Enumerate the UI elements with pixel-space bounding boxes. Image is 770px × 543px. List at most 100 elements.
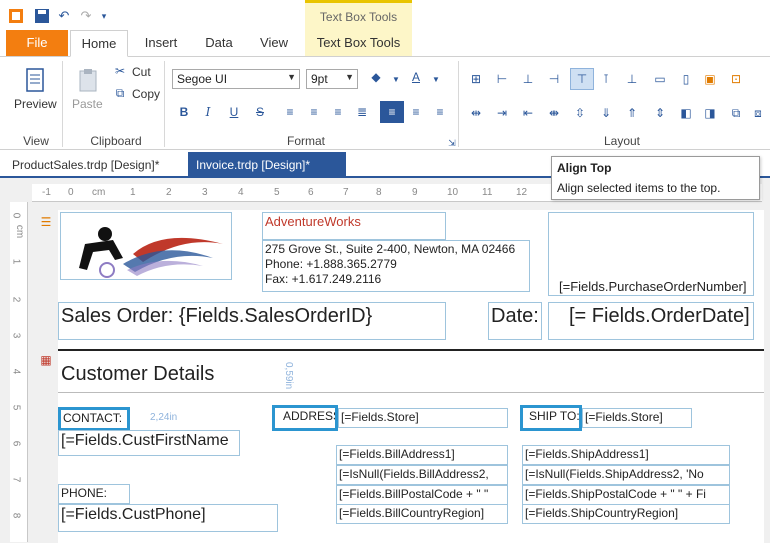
tab-home[interactable]: Home bbox=[70, 30, 128, 57]
ruler-tick: 2 bbox=[10, 296, 22, 303]
underline-icon[interactable]: U bbox=[226, 104, 242, 120]
cut-icon[interactable]: ✂ bbox=[112, 63, 128, 79]
store-textbox-1[interactable]: [=Fields.Store] bbox=[338, 408, 508, 428]
bill-country-textbox[interactable]: [=Fields.BillCountryRegion] bbox=[336, 504, 508, 524]
save-icon[interactable] bbox=[34, 8, 50, 24]
justify-icon[interactable]: ≣ bbox=[354, 104, 370, 120]
paste-icon[interactable] bbox=[78, 67, 98, 93]
align-lefts-icon[interactable]: ⊢ bbox=[494, 71, 510, 87]
group-items-icon[interactable]: ⧉ bbox=[728, 105, 744, 121]
align-top-icon[interactable]: ⊤ bbox=[570, 68, 594, 90]
phone-label[interactable]: PHONE: bbox=[58, 484, 130, 504]
send-to-back-icon[interactable]: ◨ bbox=[702, 105, 718, 121]
ribbon-tabs: File Home Insert Data View Text Box Tool… bbox=[0, 30, 770, 57]
preview-button[interactable]: Preview bbox=[14, 97, 57, 111]
ruler-tick: 0 bbox=[68, 187, 74, 198]
bill-address1-textbox[interactable]: [=Fields.BillAddress1] bbox=[336, 445, 508, 465]
bring-to-front-icon[interactable]: ◧ bbox=[678, 105, 694, 121]
bold-icon[interactable]: B bbox=[176, 104, 192, 120]
align-center-icon[interactable]: ≡ bbox=[306, 104, 322, 120]
store-textbox-2[interactable]: [=Fields.Store] bbox=[582, 408, 692, 428]
preview-icon[interactable] bbox=[24, 67, 46, 93]
company-name-textbox[interactable]: AdventureWorks bbox=[262, 212, 446, 240]
vertical-spacing-icon[interactable]: ⇳ bbox=[572, 105, 588, 121]
cut-button[interactable]: Cut bbox=[132, 65, 151, 79]
bill-postal-textbox[interactable]: [=Fields.BillPostalCode + " " bbox=[336, 485, 508, 505]
doc-tab-invoice[interactable]: Invoice.trdp [Design]* ✕ bbox=[188, 152, 521, 178]
font-size-select[interactable]: 9pt ▼ bbox=[306, 69, 358, 89]
order-date-textbox[interactable]: [= Fields.OrderDate] bbox=[548, 302, 754, 340]
ship-country-textbox[interactable]: [=Fields.ShipCountryRegion] bbox=[522, 504, 730, 524]
address-line-1: 275 Grove St., Suite 2-400, Newton, MA 0… bbox=[265, 242, 516, 256]
increase-vertical-spacing-icon[interactable]: ⇓ bbox=[598, 105, 614, 121]
report-header-icon[interactable]: ☰ bbox=[38, 214, 54, 230]
align-rights-icon[interactable]: ⊣ bbox=[546, 71, 562, 87]
tab-text-box-tools[interactable]: Text Box Tools bbox=[305, 30, 412, 56]
make-same-height-icon[interactable]: ▯ bbox=[678, 71, 694, 87]
doc-tab-product-sales[interactable]: ProductSales.trdp [Design]* bbox=[6, 154, 186, 178]
ship-to-label[interactable]: SHIP TO: bbox=[520, 405, 582, 431]
report-designer-icon bbox=[8, 8, 24, 24]
tab-data[interactable]: Data bbox=[192, 30, 246, 56]
group-label-view: View bbox=[23, 134, 49, 148]
contact-label[interactable]: CONTACT: bbox=[58, 407, 130, 431]
align-right-icon[interactable]: ≡ bbox=[330, 104, 346, 120]
ruler-tick: 12 bbox=[516, 187, 528, 198]
strikethrough-icon[interactable]: S bbox=[252, 104, 268, 120]
align-bottoms-icon[interactable]: ⊥ bbox=[624, 71, 640, 87]
group-separator bbox=[62, 61, 63, 147]
context-group-label: Text Box Tools bbox=[305, 0, 412, 30]
paste-button[interactable]: Paste bbox=[72, 97, 103, 111]
company-address-textbox[interactable]: 275 Grove St., Suite 2-400, Newton, MA 0… bbox=[262, 240, 530, 292]
copy-icon[interactable]: ⧉ bbox=[112, 85, 128, 101]
tab-file[interactable]: File bbox=[6, 30, 68, 56]
close-icon[interactable]: ✕ bbox=[510, 152, 521, 178]
cust-phone-textbox[interactable]: [=Fields.CustPhone] bbox=[58, 504, 278, 532]
logo-picturebox[interactable] bbox=[60, 212, 232, 280]
page-header-icon[interactable]: ▦ bbox=[38, 352, 54, 368]
vertical-ruler: 0 cm 1 2 3 4 5 6 7 8 bbox=[10, 202, 28, 542]
chevron-down-icon[interactable]: ▼ bbox=[388, 71, 404, 87]
remove-horizontal-spacing-icon[interactable]: ⇼ bbox=[546, 105, 562, 121]
bill-address2-textbox[interactable]: [=IsNull(Fields.BillAddress2, bbox=[336, 465, 508, 485]
make-same-size-icon[interactable]: ▣ bbox=[702, 71, 718, 87]
remove-vertical-spacing-icon[interactable]: ⇕ bbox=[652, 105, 668, 121]
font-family-select[interactable]: Segoe UI ▼ bbox=[172, 69, 300, 89]
redo-icon[interactable]: ↷ bbox=[78, 8, 94, 24]
ship-address2-textbox[interactable]: [=IsNull(Fields.ShipAddress2, 'No bbox=[522, 465, 730, 485]
date-label[interactable]: Date: bbox=[488, 302, 542, 340]
po-number-textbox[interactable]: [=Fields.PurchaseOrderNumber] bbox=[559, 279, 747, 294]
customize-qat-icon[interactable]: ▾ bbox=[96, 8, 112, 24]
cust-first-name-textbox[interactable]: [=Fields.CustFirstName bbox=[58, 430, 240, 456]
address-label[interactable]: ADDRESS: bbox=[272, 405, 338, 431]
ruler-tick: 8 bbox=[376, 187, 382, 198]
tab-view[interactable]: View bbox=[248, 30, 300, 56]
ungroup-items-icon[interactable]: ⧈ bbox=[750, 105, 766, 121]
horizontal-spacing-icon[interactable]: ⇹ bbox=[468, 105, 484, 121]
align-centers-icon[interactable]: ⊥ bbox=[520, 71, 536, 87]
chevron-down-icon[interactable]: ▼ bbox=[428, 71, 444, 87]
align-to-grid-icon[interactable]: ⊞ bbox=[468, 71, 484, 87]
undo-icon[interactable]: ↶ bbox=[56, 8, 72, 24]
fill-color-icon[interactable]: ◆ bbox=[368, 69, 384, 85]
po-number-container[interactable]: [=Fields.PurchaseOrderNumber] bbox=[548, 212, 754, 296]
align-left-icon[interactable]: ≡ bbox=[282, 104, 298, 120]
increase-horizontal-spacing-icon[interactable]: ⇥ bbox=[494, 105, 510, 121]
vertical-align-bottom-icon[interactable]: ≡ bbox=[432, 104, 448, 120]
decrease-vertical-spacing-icon[interactable]: ⇑ bbox=[624, 105, 640, 121]
sales-order-textbox[interactable]: Sales Order: {Fields.SalesOrderID} bbox=[58, 302, 446, 340]
size-to-grid-icon[interactable]: ⊡ bbox=[728, 71, 744, 87]
italic-icon[interactable]: I bbox=[200, 104, 216, 120]
vertical-align-middle-icon[interactable]: ≡ bbox=[408, 104, 424, 120]
tab-insert[interactable]: Insert bbox=[132, 30, 190, 56]
decrease-horizontal-spacing-icon[interactable]: ⇤ bbox=[520, 105, 536, 121]
make-same-width-icon[interactable]: ▭ bbox=[652, 71, 668, 87]
ship-postal-textbox[interactable]: [=Fields.ShipPostalCode + " " + Fi bbox=[522, 485, 730, 505]
align-middles-icon[interactable]: ⊺ bbox=[598, 71, 614, 87]
font-color-icon[interactable]: A bbox=[408, 69, 424, 85]
group-separator bbox=[458, 61, 459, 147]
ship-address1-textbox[interactable]: [=Fields.ShipAddress1] bbox=[522, 445, 730, 465]
vertical-align-top-icon[interactable]: ≡ bbox=[380, 101, 404, 123]
copy-button[interactable]: Copy bbox=[132, 87, 160, 101]
address-line-3: Fax: +1.617.249.2116 bbox=[265, 272, 382, 286]
